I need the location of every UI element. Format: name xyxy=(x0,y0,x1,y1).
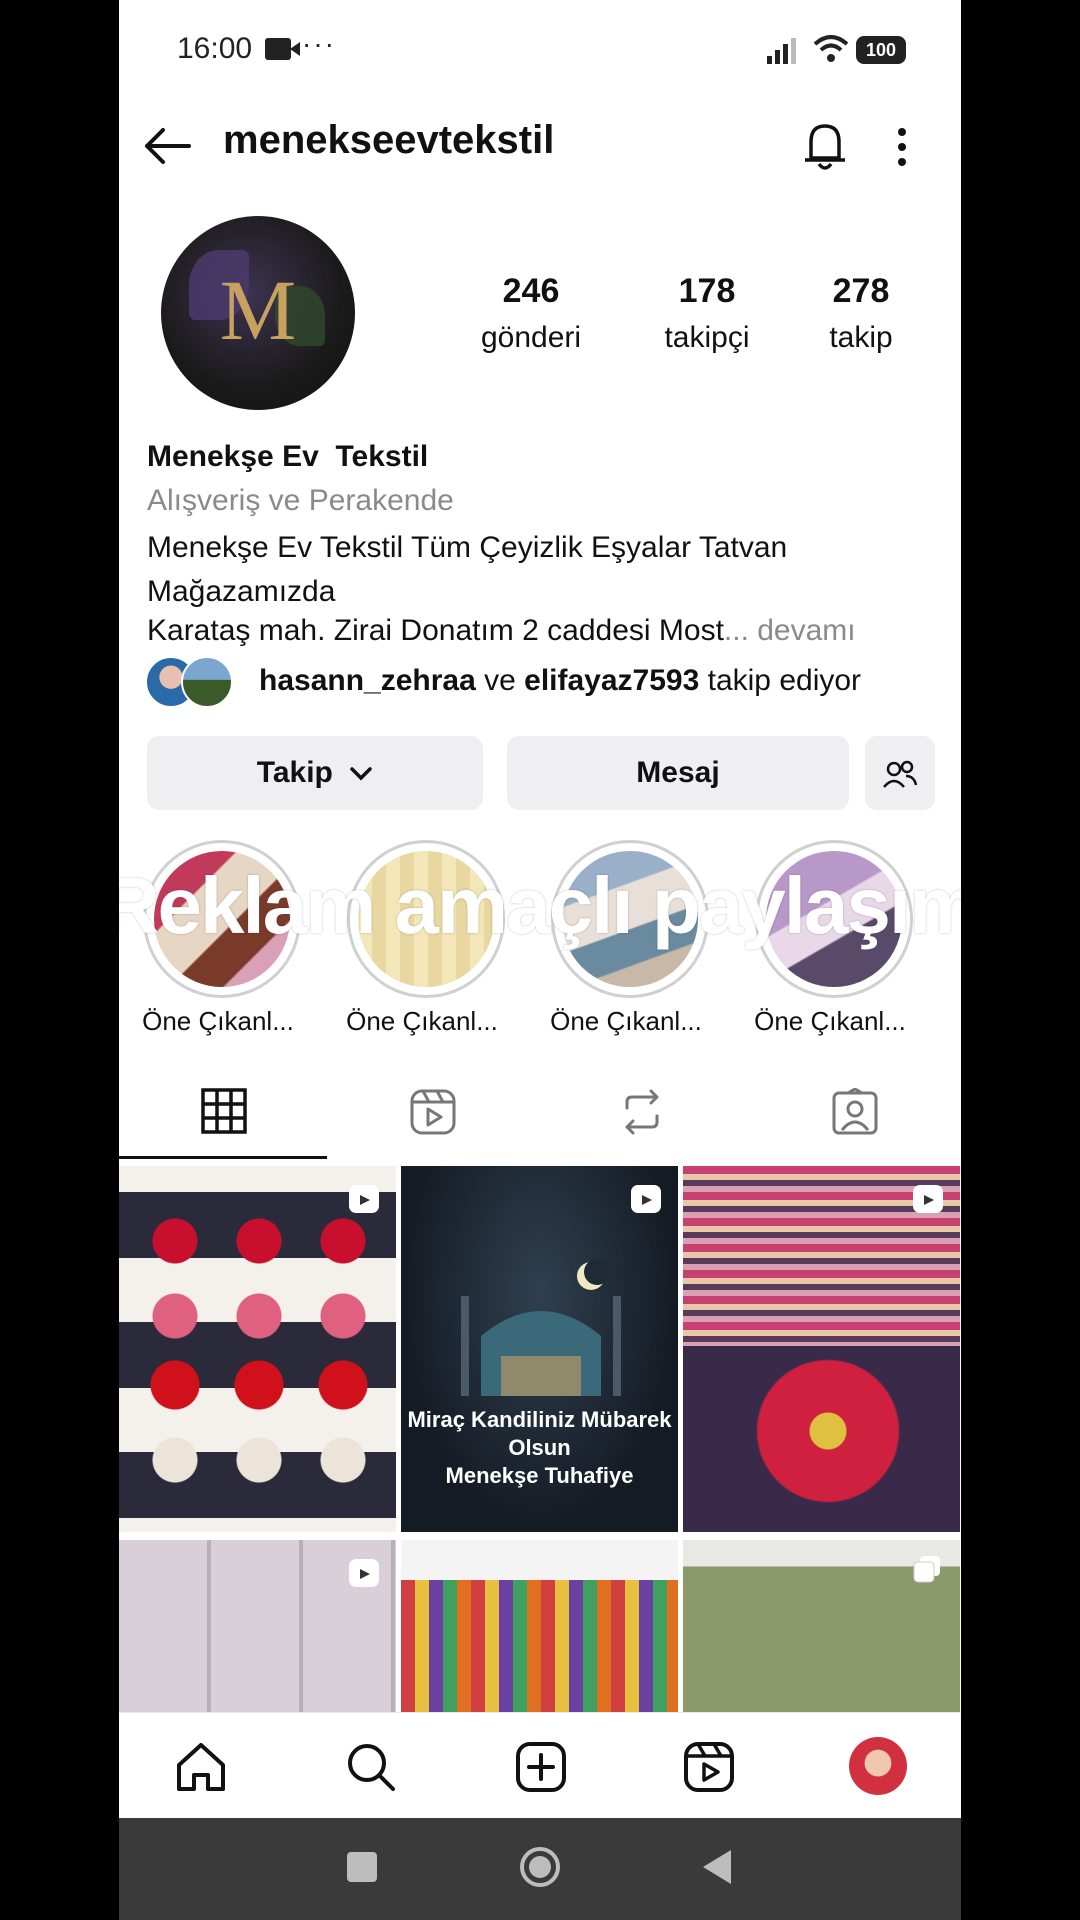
carousel-icon xyxy=(913,1556,940,1583)
chevron-down-icon xyxy=(350,767,372,781)
post-tile[interactable] xyxy=(119,1166,396,1532)
video-camera-icon xyxy=(265,38,300,60)
bottom-nav xyxy=(119,1712,961,1819)
post-tile[interactable] xyxy=(401,1540,678,1712)
status-time: 16:00 xyxy=(177,32,253,65)
stat-followers[interactable]: 178 takipçi xyxy=(637,272,777,355)
reels-tab-icon[interactable] xyxy=(409,1088,457,1136)
follow-button[interactable]: Takip xyxy=(147,736,483,810)
stat-followers-value: 178 xyxy=(678,272,736,310)
reels-icon[interactable] xyxy=(683,1741,735,1793)
stat-posts[interactable]: 246 gönderi xyxy=(461,272,601,355)
home-button-icon[interactable] xyxy=(519,1846,561,1888)
back-button-icon[interactable] xyxy=(699,1848,735,1886)
bio-more-link[interactable]: ... devamı xyxy=(724,614,856,647)
reel-icon xyxy=(349,1559,379,1587)
reel-icon xyxy=(631,1185,661,1213)
followed-by-user[interactable]: hasann_zehraa xyxy=(259,664,476,697)
post-tile[interactable] xyxy=(683,1166,960,1532)
back-arrow-icon[interactable] xyxy=(143,126,193,166)
profile-username: menekseevtekstil xyxy=(223,118,555,162)
bio-category: Alışveriş ve Perakende xyxy=(147,484,454,517)
bell-icon[interactable] xyxy=(801,120,849,172)
post-tile[interactable] xyxy=(119,1540,396,1712)
profile-avatar-nav[interactable] xyxy=(849,1737,907,1795)
followed-by-user[interactable]: elifayaz7593 xyxy=(524,664,699,697)
post-image xyxy=(139,1196,379,1496)
post-tile[interactable] xyxy=(683,1540,960,1712)
stat-posts-value: 246 xyxy=(502,272,560,310)
wifi-icon xyxy=(813,35,849,62)
highlight-label: Öne Çıkanl... xyxy=(142,1006,294,1036)
signal-icon xyxy=(767,38,796,64)
highlight-label: Öne Çıkanl... xyxy=(346,1006,498,1036)
repost-icon[interactable] xyxy=(619,1088,665,1136)
reel-icon xyxy=(913,1185,943,1213)
bio-address: Karataş mah. Zirai Donatım 2 caddesi Mos… xyxy=(147,614,947,648)
followed-by-connector: ve xyxy=(475,664,525,697)
more-notifications-icon: ··· xyxy=(302,28,336,59)
message-button[interactable]: Mesaj xyxy=(507,736,849,810)
search-icon[interactable] xyxy=(345,1741,397,1793)
post-image xyxy=(401,1580,678,1712)
post-tile[interactable]: Miraç Kandiliniz Mübarek Olsun Menekşe T… xyxy=(401,1166,678,1532)
more-options-icon[interactable] xyxy=(895,126,909,168)
stat-following[interactable]: 278 takip xyxy=(791,272,931,355)
highlight-label: Öne Çıkanl... xyxy=(550,1006,702,1036)
suggested-users-button[interactable] xyxy=(865,736,935,810)
bio-description: Menekşe Ev Tekstil Tüm Çeyizlik Eşyalar … xyxy=(147,531,788,608)
tagged-icon[interactable] xyxy=(831,1088,879,1136)
stat-posts-label: gönderi xyxy=(480,321,582,354)
followed-by-suffix: takip ediyor xyxy=(699,664,862,697)
add-people-icon xyxy=(883,760,918,788)
phone-screen: 16:00 ··· 100 menekseevtekstil M 246 gön… xyxy=(119,0,961,1920)
active-tab-indicator xyxy=(119,1156,327,1159)
avatar-letter: M xyxy=(219,262,297,358)
overlay-ad-text: Reklam amaçlı paylaşım xyxy=(119,861,961,950)
bio-name: Menekşe Ev Tekstil xyxy=(147,440,429,473)
home-icon[interactable] xyxy=(175,1741,227,1793)
create-post-icon[interactable] xyxy=(515,1741,567,1793)
grid-icon[interactable] xyxy=(201,1088,247,1134)
followed-by-text[interactable]: hasann_zehraa ve elifayaz7593 takip ediy… xyxy=(259,664,861,698)
profile-avatar[interactable]: M xyxy=(161,216,355,410)
battery-icon: 100 xyxy=(856,36,906,64)
post-caption: Miraç Kandiliniz Mübarek Olsun Menekşe T… xyxy=(407,1407,672,1488)
follower-avatar[interactable] xyxy=(181,656,233,708)
message-button-label: Mesaj xyxy=(636,756,720,789)
post-image xyxy=(753,1356,903,1506)
mosque-illustration xyxy=(461,1259,621,1396)
system-nav-bar xyxy=(119,1818,961,1920)
highlight-label: Öne Çıkanl... xyxy=(754,1006,906,1036)
bio-address-text: Karataş mah. Zirai Donatım 2 caddesi Mos… xyxy=(147,614,724,647)
status-bar: 16:00 ··· 100 xyxy=(119,0,961,100)
recent-apps-icon[interactable] xyxy=(347,1852,377,1882)
stat-following-label: takip xyxy=(829,321,893,354)
follow-button-label: Takip xyxy=(256,756,333,789)
stat-followers-label: takipçi xyxy=(664,321,750,354)
stat-following-value: 278 xyxy=(832,272,890,310)
